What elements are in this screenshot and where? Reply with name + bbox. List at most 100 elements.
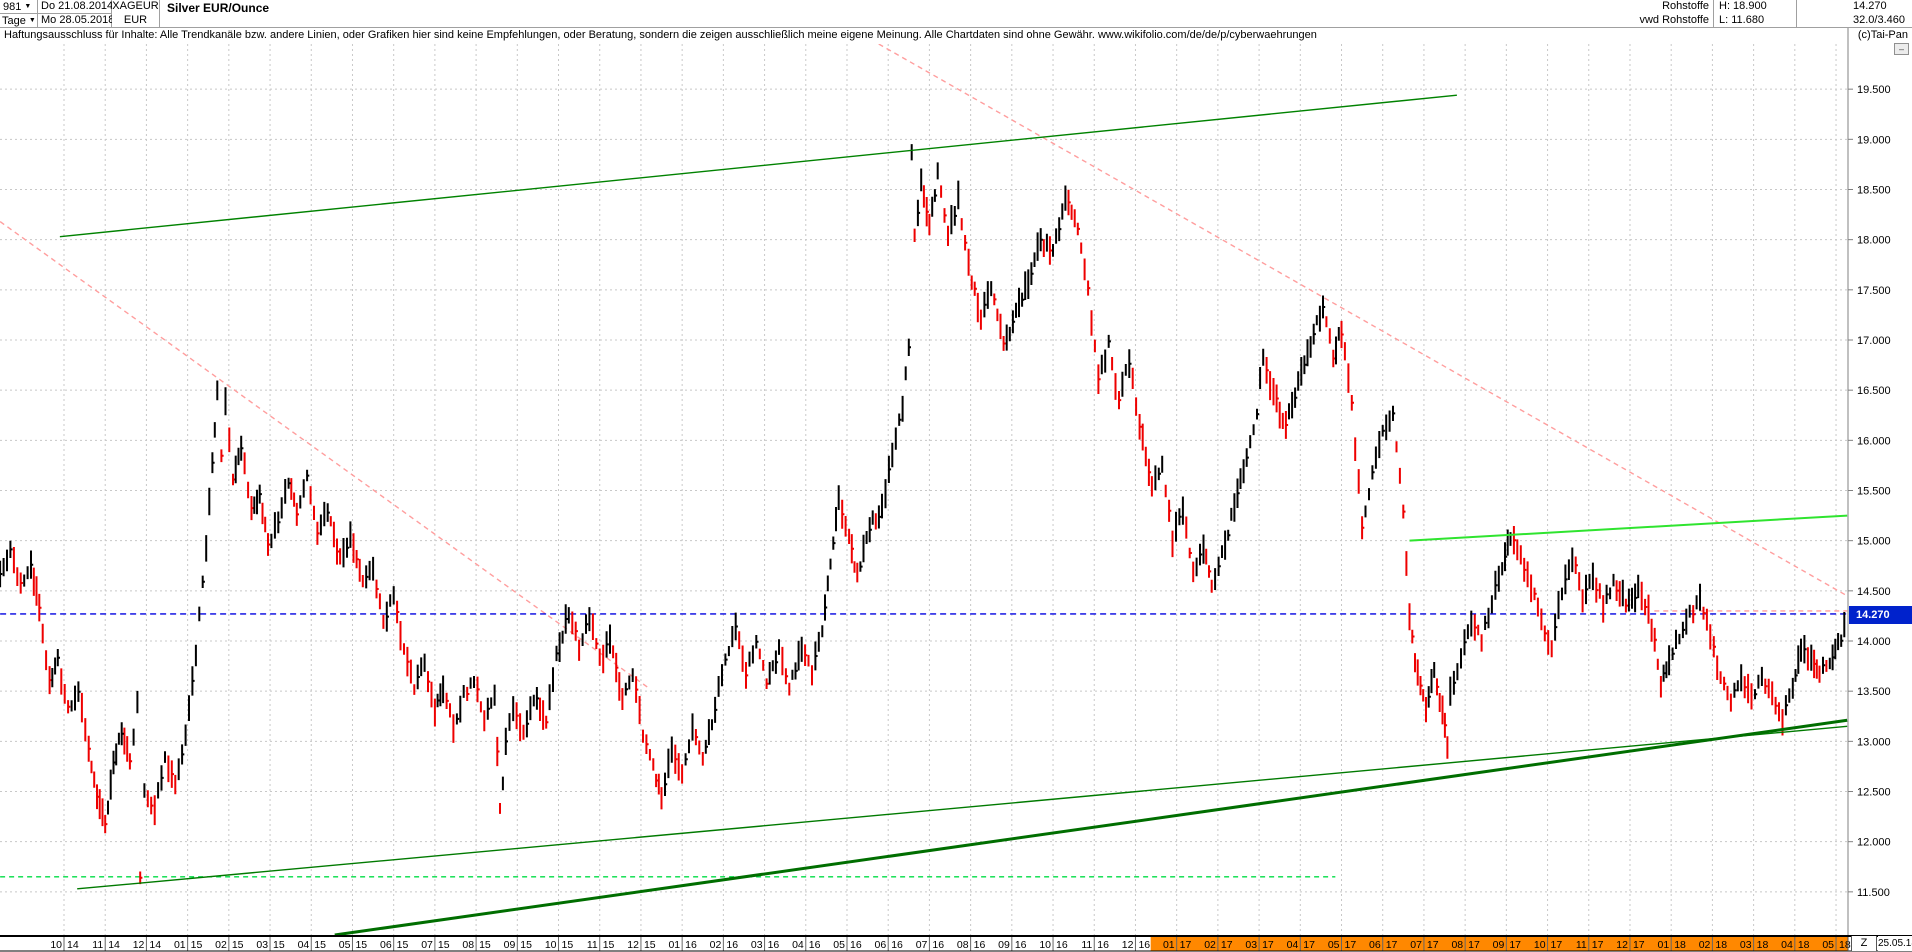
- x-tick-year: 17: [1345, 939, 1357, 951]
- x-tick-year: 15: [562, 939, 574, 951]
- y-tick-label: 17.500: [1857, 285, 1891, 297]
- x-tick-year: 17: [1386, 939, 1398, 951]
- x-tick-year: 16: [1097, 939, 1109, 951]
- x-tick-month: 11: [1576, 939, 1587, 951]
- y-tick-label: 17.000: [1857, 335, 1891, 347]
- x-tick-month: 04: [792, 939, 804, 951]
- x-tick-month: 03: [1740, 939, 1752, 951]
- y-tick-label: 12.500: [1857, 787, 1891, 799]
- x-tick-year: 17: [1427, 939, 1439, 951]
- bars-count-dropdown[interactable]: 981 ▼: [0, 0, 38, 14]
- x-tick-year: 18: [1715, 939, 1727, 951]
- period-low: L: 11.680: [1714, 14, 1797, 28]
- x-tick-month: 02: [215, 939, 227, 951]
- x-tick-month: 06: [875, 939, 887, 951]
- last-price-badge: 14.270: [1849, 606, 1912, 624]
- x-tick-year: 16: [685, 939, 697, 951]
- y-tick-label: 14.000: [1857, 636, 1891, 648]
- app-window: 19.500 19.000 18.500 18.000 17.500 17.000 16.5…: [0, 0, 1912, 952]
- period-value: Tage: [2, 15, 26, 27]
- x-tick-year: 16: [726, 939, 738, 951]
- x-tick-year: 17: [1262, 939, 1274, 951]
- y-tick-label: 19.500: [1857, 84, 1891, 96]
- provider-label: vwd Rohstoffe: [1555, 14, 1714, 28]
- x-tick-year: 15: [479, 939, 491, 951]
- x-tick-year: 16: [1015, 939, 1027, 951]
- x-tick-year: 16: [932, 939, 944, 951]
- chevron-down-icon: ▼: [24, 3, 31, 10]
- x-tick-year: 14: [67, 939, 79, 951]
- y-tick-label: 16.500: [1857, 385, 1891, 397]
- x-tick-year: 17: [1303, 939, 1315, 951]
- x-tick-year: 17: [1633, 939, 1645, 951]
- x-tick-month: 03: [1245, 939, 1257, 951]
- x-tick-year: 15: [314, 939, 326, 951]
- x-tick-year: 17: [1221, 939, 1233, 951]
- period-dropdown[interactable]: Tage ▼: [0, 14, 38, 28]
- price-chart-canvas[interactable]: 19.500 19.000 18.500 18.000 17.500 17.000 16.5…: [0, 0, 1912, 952]
- x-tick-month: 07: [421, 939, 433, 951]
- x-tick-month: 10: [1534, 939, 1546, 951]
- y-tick-label: 14.500: [1857, 586, 1891, 598]
- x-tick-month: 05: [339, 939, 351, 951]
- x-tick-month: 01: [1658, 939, 1670, 951]
- x-tick-year: 14: [108, 939, 120, 951]
- header-last-price: 14.270: [1797, 0, 1912, 14]
- zoom-mode-button[interactable]: Z: [1851, 936, 1877, 951]
- minus-icon: –: [1899, 44, 1904, 54]
- y-tick-label: 18.500: [1857, 184, 1891, 196]
- x-tick-year: 18: [1674, 939, 1686, 951]
- x-tick-month: 09: [504, 939, 516, 951]
- x-tick-month: 10: [50, 939, 62, 951]
- x-tick-year: 15: [232, 939, 244, 951]
- x-tick-year: 15: [438, 939, 450, 951]
- x-tick-month: 07: [1410, 939, 1422, 951]
- x-tick-month: 09: [998, 939, 1010, 951]
- x-tick-month: 04: [1287, 939, 1299, 951]
- x-tick-month: 12: [1122, 939, 1134, 951]
- x-tick-year: 16: [1138, 939, 1150, 951]
- header-filler: [160, 0, 1555, 28]
- x-tick-year: 14: [149, 939, 161, 951]
- x-tick-month: 04: [298, 939, 310, 951]
- x-tick-month: 10: [545, 939, 557, 951]
- collapse-button[interactable]: –: [1894, 43, 1909, 55]
- y-tick-label: 13.000: [1857, 736, 1891, 748]
- x-tick-month: 11: [587, 939, 598, 951]
- x-tick-year: 17: [1592, 939, 1604, 951]
- bars-count-value: 981: [3, 1, 21, 13]
- x-tick-year: 18: [1757, 939, 1769, 951]
- x-tick-month: 09: [1493, 939, 1505, 951]
- x-tick-month: 03: [751, 939, 763, 951]
- x-tick-month: 01: [174, 939, 186, 951]
- x-tick-year: 15: [355, 939, 367, 951]
- x-tick-month: 02: [1699, 939, 1711, 951]
- x-tick-month: 02: [1204, 939, 1216, 951]
- x-tick-year: 16: [850, 939, 862, 951]
- x-tick-year: 15: [603, 939, 615, 951]
- x-tick-year: 16: [974, 939, 986, 951]
- x-tick-year: 16: [1056, 939, 1068, 951]
- x-tick-month: 10: [1039, 939, 1051, 951]
- y-tick-label: 11.500: [1857, 887, 1890, 899]
- symbol-currency: EUR: [112, 14, 160, 28]
- x-tick-year: 15: [397, 939, 409, 951]
- y-tick-label: 19.000: [1857, 134, 1891, 146]
- x-tick-month: 05: [1328, 939, 1340, 951]
- disclaimer-text: Haftungsausschluss für Inhalte: Alle Tre…: [4, 29, 1504, 41]
- x-tick-year: 15: [273, 939, 285, 951]
- x-tick-year: 16: [891, 939, 903, 951]
- y-tick-label: 12.000: [1857, 837, 1891, 849]
- x-tick-month: 12: [133, 939, 145, 951]
- x-tick-month: 02: [710, 939, 722, 951]
- y-tick-label: 15.000: [1857, 536, 1891, 548]
- y-tick-label: 18.000: [1857, 235, 1891, 247]
- x-tick-month: 11: [92, 939, 103, 951]
- symbol-code: XAGEUR: [112, 0, 160, 14]
- x-tick-month: 08: [462, 939, 474, 951]
- x-tick-year: 16: [768, 939, 780, 951]
- x-tick-month: 01: [668, 939, 680, 951]
- x-tick-year: 18: [1839, 939, 1851, 951]
- x-tick-month: 04: [1781, 939, 1793, 951]
- x-tick-month: 08: [1451, 939, 1463, 951]
